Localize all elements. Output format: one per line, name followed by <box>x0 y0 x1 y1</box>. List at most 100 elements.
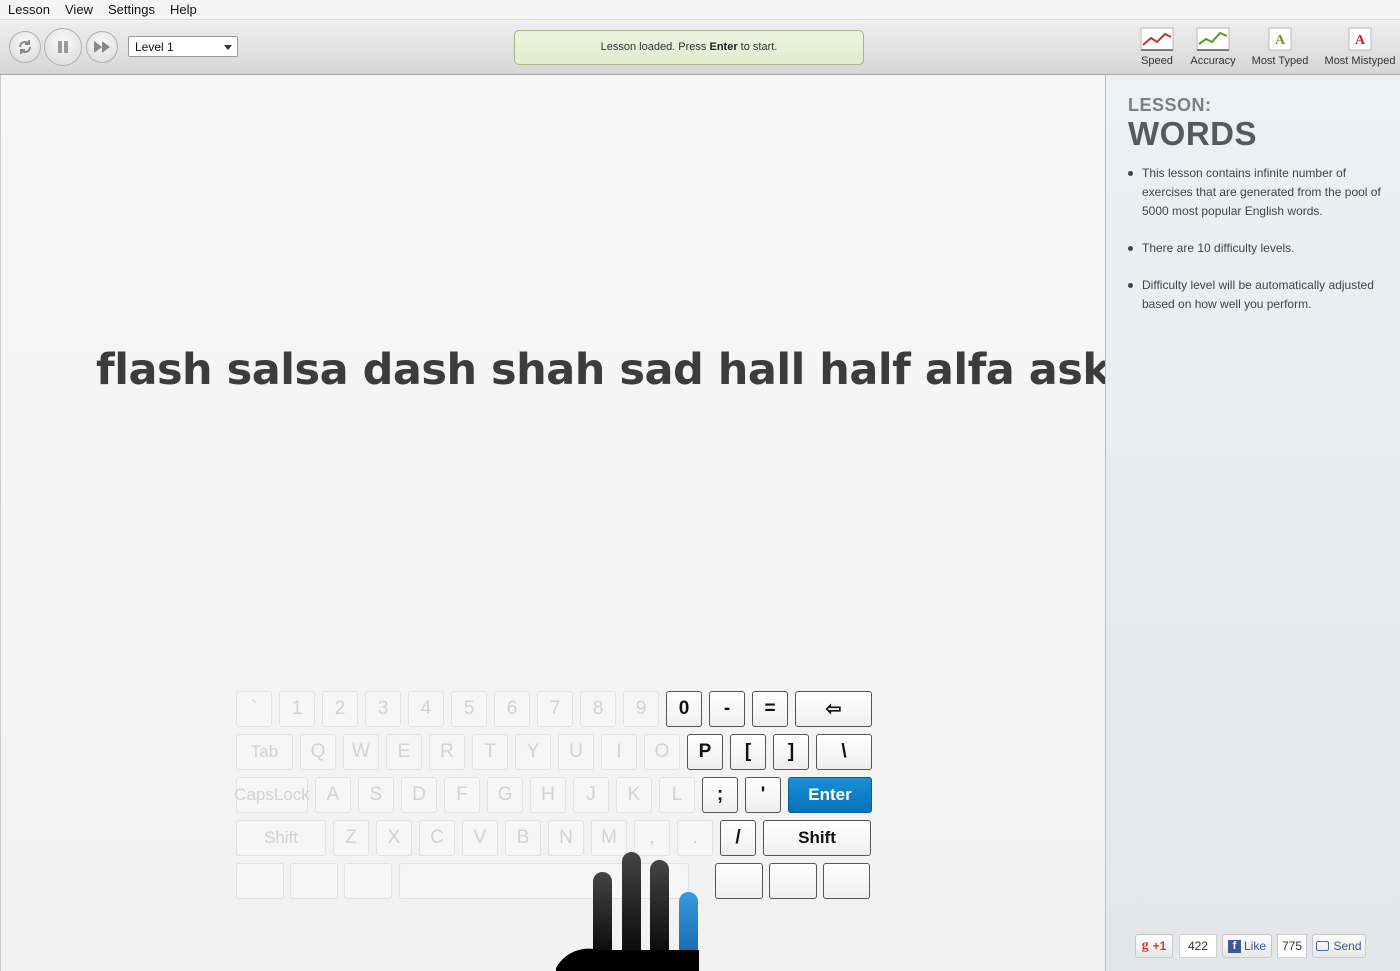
key-p: P <box>687 734 723 770</box>
key-a: A <box>315 777 351 813</box>
key-backspace: ⇦ <box>795 691 872 727</box>
svg-text:A: A <box>1355 33 1366 48</box>
key-u: U <box>558 734 594 770</box>
key-j: J <box>573 777 609 813</box>
key-v: V <box>462 820 498 856</box>
bullet-text: There are 10 difficulty levels. <box>1142 241 1295 255</box>
key-capslock: CapsLock <box>234 777 310 813</box>
menu-help[interactable]: Help <box>170 2 197 17</box>
pause-icon <box>58 41 68 53</box>
speed-stats-button[interactable]: Speed <box>1138 27 1176 67</box>
menu-bar: Lesson View Settings Help <box>0 0 1400 20</box>
key-d: D <box>401 777 437 813</box>
most-mistyped-button[interactable]: A Most Mistyped <box>1322 27 1398 67</box>
facebook-like-label: Like <box>1243 939 1266 953</box>
speed-label: Speed <box>1141 55 1173 67</box>
toolbar: Level 1 Lesson loaded. Press Enter to st… <box>0 21 1400 75</box>
most-typed-label: Most Typed <box>1251 55 1309 67</box>
key-c39: ' <box>745 777 781 813</box>
google-plus-button[interactable]: g +1 <box>1135 934 1173 958</box>
right-hand-fingers-icon <box>556 852 699 971</box>
bullet-dot-icon <box>1128 283 1133 288</box>
key-r: R <box>429 734 465 770</box>
key-c45: - <box>709 691 745 727</box>
skip-forward-button[interactable] <box>86 31 118 63</box>
key-8: 8 <box>580 691 616 727</box>
facebook-icon: f <box>1227 939 1241 953</box>
key-e: E <box>386 734 422 770</box>
key-modifier <box>344 863 392 899</box>
key-2: 2 <box>322 691 358 727</box>
send-button[interactable]: Send <box>1312 934 1366 958</box>
key-shift: Shift <box>763 820 871 856</box>
lesson-bullet: This lesson contains infinite number of … <box>1128 164 1388 221</box>
key-backslash: \ <box>816 734 872 770</box>
menu-settings[interactable]: Settings <box>108 2 155 17</box>
key-c96: ` <box>236 691 272 727</box>
speed-chart-icon <box>1140 27 1174 51</box>
key-o: O <box>644 734 680 770</box>
accuracy-stats-button[interactable]: Accuracy <box>1189 27 1237 67</box>
key-z: Z <box>333 820 369 856</box>
key-l: L <box>659 777 695 813</box>
key-0: 0 <box>666 691 702 727</box>
google-plus-icon: g <box>1141 938 1149 953</box>
bullet-dot-icon <box>1128 171 1133 176</box>
send-icon <box>1316 941 1330 951</box>
status-prefix: Lesson loaded. Press <box>600 41 710 53</box>
key-i: I <box>601 734 637 770</box>
restart-icon <box>19 40 31 54</box>
key-t: T <box>472 734 508 770</box>
most-typed-button[interactable]: A Most Typed <box>1249 27 1311 67</box>
key-c61: = <box>752 691 788 727</box>
key-9: 9 <box>623 691 659 727</box>
key-6: 6 <box>494 691 530 727</box>
key-3: 3 <box>365 691 401 727</box>
key-modifier <box>715 863 763 899</box>
most-mistyped-label: Most Mistyped <box>1324 55 1396 67</box>
lesson-label: LESSON: <box>1128 95 1212 115</box>
exercise-area[interactable]: flash salsa dash shah sad hall half alfa… <box>0 75 1239 971</box>
exercise-text: flash salsa dash shah sad hall half alfa… <box>96 345 1239 395</box>
key-c91: [ <box>730 734 766 770</box>
key-k: K <box>616 777 652 813</box>
key-g: G <box>487 777 523 813</box>
level-select[interactable]: Level 1 <box>128 36 238 57</box>
accuracy-label: Accuracy <box>1190 55 1236 67</box>
key-4: 4 <box>408 691 444 727</box>
facebook-like-count: 775 <box>1277 934 1307 958</box>
status-key: Enter <box>709 41 738 53</box>
key-modifier <box>290 863 338 899</box>
key-1: 1 <box>279 691 315 727</box>
key-modifier <box>236 863 284 899</box>
bullet-text: Difficulty level will be automatically a… <box>1142 278 1374 311</box>
key-s: S <box>358 777 394 813</box>
key-enter: Enter <box>788 777 872 813</box>
key-tab: Tab <box>236 734 293 770</box>
accuracy-chart-icon <box>1196 27 1230 51</box>
key-modifier <box>769 863 817 899</box>
lesson-title: WORDS <box>1128 115 1257 152</box>
key-w: W <box>343 734 379 770</box>
restart-button[interactable] <box>9 31 41 63</box>
key-c: C <box>419 820 455 856</box>
dropdown-arrow-icon <box>224 45 232 50</box>
bullet-text: This lesson contains infinite number of … <box>1142 166 1381 218</box>
key-y: Y <box>515 734 551 770</box>
google-plus-label: +1 <box>1152 939 1167 953</box>
fast-forward-icon <box>94 41 110 53</box>
most-mistyped-letter-icon: A <box>1348 27 1372 51</box>
bullet-dot-icon <box>1128 246 1133 251</box>
key-c59: ; <box>702 777 738 813</box>
status-suffix: to start. <box>737 41 778 53</box>
key-f: F <box>444 777 480 813</box>
menu-lesson[interactable]: Lesson <box>8 2 50 17</box>
menu-view[interactable]: View <box>65 2 93 17</box>
pause-button[interactable] <box>44 28 82 66</box>
key-b: B <box>505 820 541 856</box>
google-plus-count: 422 <box>1179 934 1217 958</box>
facebook-like-button[interactable]: f Like <box>1222 934 1272 958</box>
lesson-bullet: Difficulty level will be automatically a… <box>1128 276 1388 314</box>
lesson-info-panel: LESSON: WORDS This lesson contains infin… <box>1105 75 1400 971</box>
key-q: Q <box>300 734 336 770</box>
